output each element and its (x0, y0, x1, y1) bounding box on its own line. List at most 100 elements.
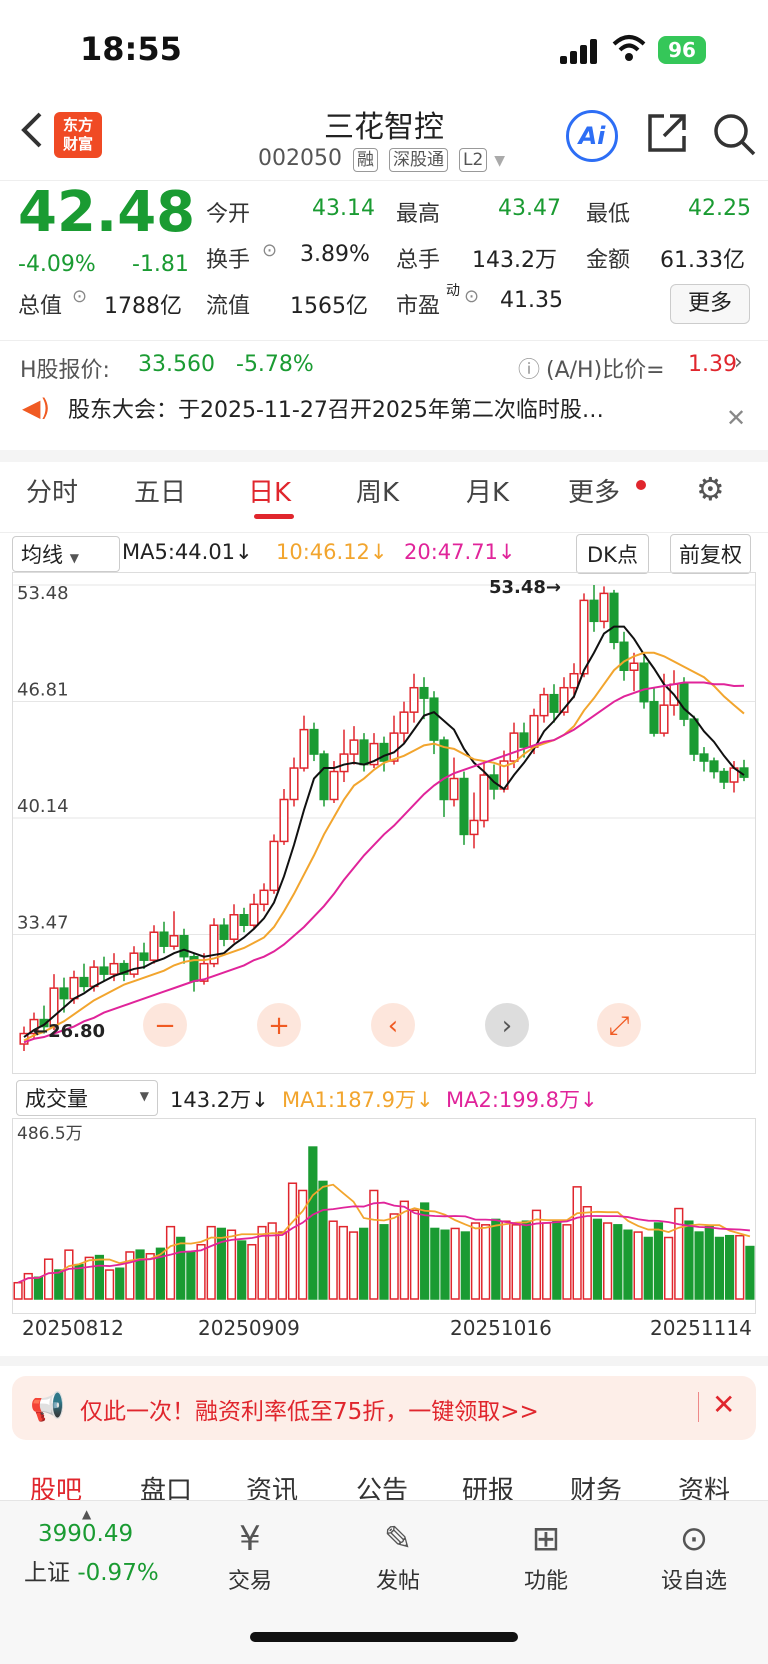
more-button[interactable]: 更多 (670, 284, 750, 324)
candle (599, 592, 609, 623)
share-icon[interactable] (646, 112, 688, 158)
index-value: 3990.49 (38, 1521, 134, 1547)
volume-bar (603, 1222, 613, 1300)
indicator-select[interactable]: 均线 ▼ (12, 536, 120, 572)
close-icon[interactable]: ✕ (712, 1388, 735, 1421)
tab-rik[interactable]: 日K (248, 472, 291, 509)
volume-bar (287, 1182, 298, 1300)
volume-bar (481, 1224, 491, 1300)
open-value: 43.14 (312, 196, 375, 221)
battery-icon: 96 (658, 36, 706, 64)
grid-icon: ⊞ (531, 1519, 561, 1559)
volume-bar (552, 1220, 562, 1300)
candle (139, 952, 149, 961)
volume-bar (562, 1224, 572, 1300)
volume-bar (674, 1207, 684, 1300)
chart-control-icon: ⤢ (609, 1011, 630, 1041)
ai-button[interactable]: Ai (566, 110, 618, 162)
gear-icon[interactable]: ⚙ (696, 470, 725, 508)
volume-bar (359, 1227, 369, 1300)
volume-bar (745, 1245, 755, 1300)
volume-chart[interactable]: 486.5万 (12, 1118, 756, 1314)
promo-banner[interactable]: 📢 仅此一次！融资利率低至75折，一键领取>> ✕ (12, 1376, 756, 1440)
candle (309, 728, 319, 755)
notice-text: 股东大会：于2025-11-27召开2025年第二次临时股… (68, 398, 604, 423)
volume-bar (643, 1236, 653, 1300)
candle (279, 798, 289, 843)
candle (409, 686, 419, 713)
chevron-down-icon: ▼ (494, 153, 506, 169)
info-icon[interactable]: ⊙ (72, 286, 87, 307)
volume-bar (64, 1249, 74, 1300)
volume-bar (653, 1222, 664, 1300)
dock-function[interactable]: ⊞ 功能 (496, 1519, 596, 1595)
promo-text: 仅此一次！融资利率低至75折，一键领取>> (80, 1399, 539, 1425)
tab-wuri[interactable]: 五日 (134, 472, 186, 509)
period-tabs: 分时 五日 日K 周K 月K 更多 ⚙ (0, 462, 768, 532)
date-label: 20250909 (198, 1316, 300, 1340)
volume-bar (277, 1231, 287, 1300)
candle (719, 770, 729, 783)
y-tick-label: 53.48 (17, 583, 69, 604)
candle (129, 952, 139, 975)
turnover-value: 3.89% (300, 242, 370, 267)
tab-zhouk[interactable]: 周K (356, 472, 399, 509)
chevron-right-icon: › (734, 350, 743, 375)
volume-bar (582, 1205, 592, 1300)
kline-chart[interactable]: 53.48 46.81 40.14 33.47 53.48→ ←26.80 − + ‹ › ⤢ (12, 572, 756, 1074)
help-icon[interactable]: ⓘ (518, 352, 540, 384)
volume-bar (440, 1229, 450, 1300)
volume-bar (633, 1231, 643, 1300)
candle (289, 767, 299, 801)
candle (389, 732, 399, 762)
candle (459, 777, 469, 836)
chart-control-icon: ‹ (388, 1011, 398, 1041)
info-icon[interactable]: ⊙ (262, 240, 277, 261)
candle (179, 934, 189, 958)
tag-connect: 深股通 (388, 148, 448, 172)
stock-code-line[interactable]: 002050 融 深股通 L2 ▼ (258, 146, 505, 172)
dk-point-button[interactable]: DK点 (576, 534, 649, 574)
candle (319, 753, 329, 801)
close-icon[interactable]: ✕ (726, 404, 746, 432)
volume-bar (257, 1225, 267, 1300)
candle (509, 732, 519, 762)
candle (629, 662, 639, 671)
candle (109, 962, 119, 975)
volume-bar (237, 1240, 247, 1300)
edit-icon: ✎ (383, 1519, 413, 1559)
candle (169, 934, 179, 947)
candle (539, 693, 549, 717)
volume-ma1: MA1:187.9万↓ (282, 1088, 434, 1112)
ma5-line (23, 625, 745, 1038)
tab-yuek[interactable]: 月K (466, 472, 509, 509)
tab-more[interactable]: 更多 (568, 472, 620, 509)
hshare-pct: -5.78% (236, 352, 314, 377)
volume-bar (176, 1236, 186, 1300)
tab-fenshi[interactable]: 分时 (26, 472, 78, 509)
index-widget[interactable]: ▲ 3990.49 上证 -0.97% (24, 1507, 184, 1587)
volume-select[interactable]: 成交量 ▼ (16, 1080, 158, 1116)
dock-add-watchlist[interactable]: ⊙ 设自选 (644, 1519, 744, 1595)
hshare-row[interactable]: H股报价: 33.560 -5.78% ⓘ (A/H)比价= 1.39 › (0, 348, 768, 388)
volume-bar (348, 1231, 359, 1300)
candle (219, 924, 229, 940)
volume-bar (470, 1222, 481, 1300)
high-marker: 53.48→ (489, 577, 561, 598)
candle (379, 742, 389, 762)
adjust-button[interactable]: 前复权 (670, 534, 751, 574)
volume-bar (460, 1231, 470, 1300)
dock-post[interactable]: ✎ 发帖 (348, 1519, 448, 1595)
candle (69, 976, 79, 1000)
candle (299, 728, 309, 769)
info-icon[interactable]: ⊙ (464, 286, 479, 307)
volume-bar (389, 1213, 399, 1300)
dock-trade[interactable]: ¥ 交易 (200, 1519, 300, 1595)
volume-bar (379, 1224, 389, 1300)
mcap-label: 总值 (18, 294, 63, 319)
low-label: 最低 (586, 202, 631, 227)
turnover-label: 换手 (206, 248, 251, 273)
chart-control-icon: + (268, 1011, 290, 1041)
volume-bar (196, 1243, 206, 1300)
search-icon[interactable] (712, 112, 756, 160)
